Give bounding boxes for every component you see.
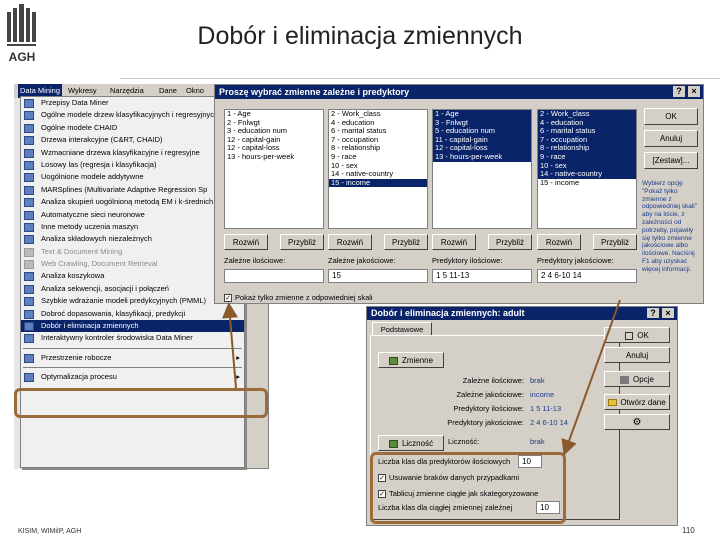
page-number: 110	[682, 526, 695, 535]
footer-text: KISIM, WIMiIP, AGH	[18, 528, 82, 535]
arrow-to-checkbox	[222, 302, 238, 389]
arrow-to-options	[561, 299, 621, 456]
annotation-arrows	[222, 299, 621, 456]
